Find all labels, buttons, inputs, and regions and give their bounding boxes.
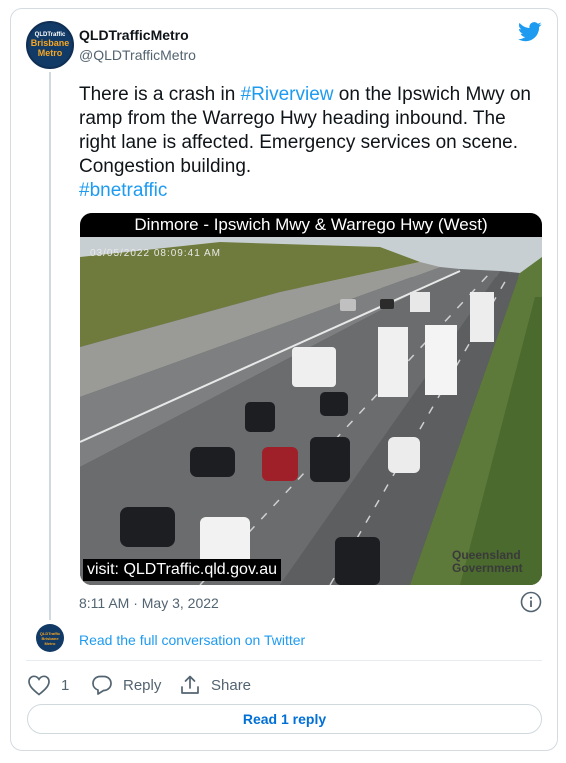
reply-label: Reply bbox=[123, 676, 162, 694]
thread-line bbox=[49, 72, 51, 620]
tweet-text-part-1: There is a crash in bbox=[79, 84, 241, 105]
read-reply-button[interactable]: Read 1 reply bbox=[27, 704, 542, 734]
small-avatar-line-3: Metro bbox=[44, 640, 56, 646]
reply-button[interactable]: Reply bbox=[91, 674, 161, 696]
traffic-camera-image[interactable]: Dinmore - Ipswich Mwy & Warrego Hwy (Wes… bbox=[80, 213, 542, 585]
hashtag-bnetraffic[interactable]: #bnetraffic bbox=[79, 180, 167, 201]
share-button[interactable]: Share bbox=[179, 674, 251, 696]
like-button[interactable]: 1 bbox=[27, 674, 69, 696]
share-label: Share bbox=[211, 676, 252, 694]
heart-icon bbox=[28, 675, 50, 696]
info-icon[interactable] bbox=[520, 591, 542, 613]
author-avatar[interactable]: QLDTraffic Brisbane Metro bbox=[26, 21, 74, 69]
twitter-bird-icon[interactable] bbox=[518, 22, 542, 42]
tweet-text: There is a crash in #Riverview on the Ip… bbox=[79, 83, 534, 203]
camera-timestamp: 03/05/2022 08:09:41 AM bbox=[90, 248, 221, 259]
camera-visit-banner: visit: QLDTraffic.qld.gov.au bbox=[83, 559, 281, 581]
avatar-line-3: Metro bbox=[37, 48, 63, 58]
like-count: 1 bbox=[61, 676, 70, 694]
author-handle[interactable]: @QLDTrafficMetro bbox=[79, 47, 196, 63]
avatar-line-2: Brisbane bbox=[30, 38, 70, 48]
hashtag-riverview[interactable]: #Riverview bbox=[241, 84, 334, 105]
tweet-timestamp[interactable]: 8:11 AM · May 3, 2022 bbox=[79, 595, 219, 611]
reply-bubble-icon bbox=[92, 675, 112, 695]
author-display-name[interactable]: QLDTrafficMetro bbox=[79, 27, 189, 43]
read-full-conversation-link[interactable]: Read the full conversation on Twitter bbox=[79, 632, 305, 648]
government-watermark: Queensland Government bbox=[452, 549, 523, 575]
camera-title: Dinmore - Ipswich Mwy & Warrego Hwy (Wes… bbox=[80, 213, 542, 237]
traffic-scene-picture bbox=[80, 237, 542, 585]
actions-divider bbox=[26, 660, 542, 661]
share-icon bbox=[181, 675, 199, 694]
gov-watermark-line-2: Government bbox=[452, 561, 523, 575]
small-author-avatar[interactable]: QLDTraffic Brisbane Metro bbox=[36, 624, 64, 652]
